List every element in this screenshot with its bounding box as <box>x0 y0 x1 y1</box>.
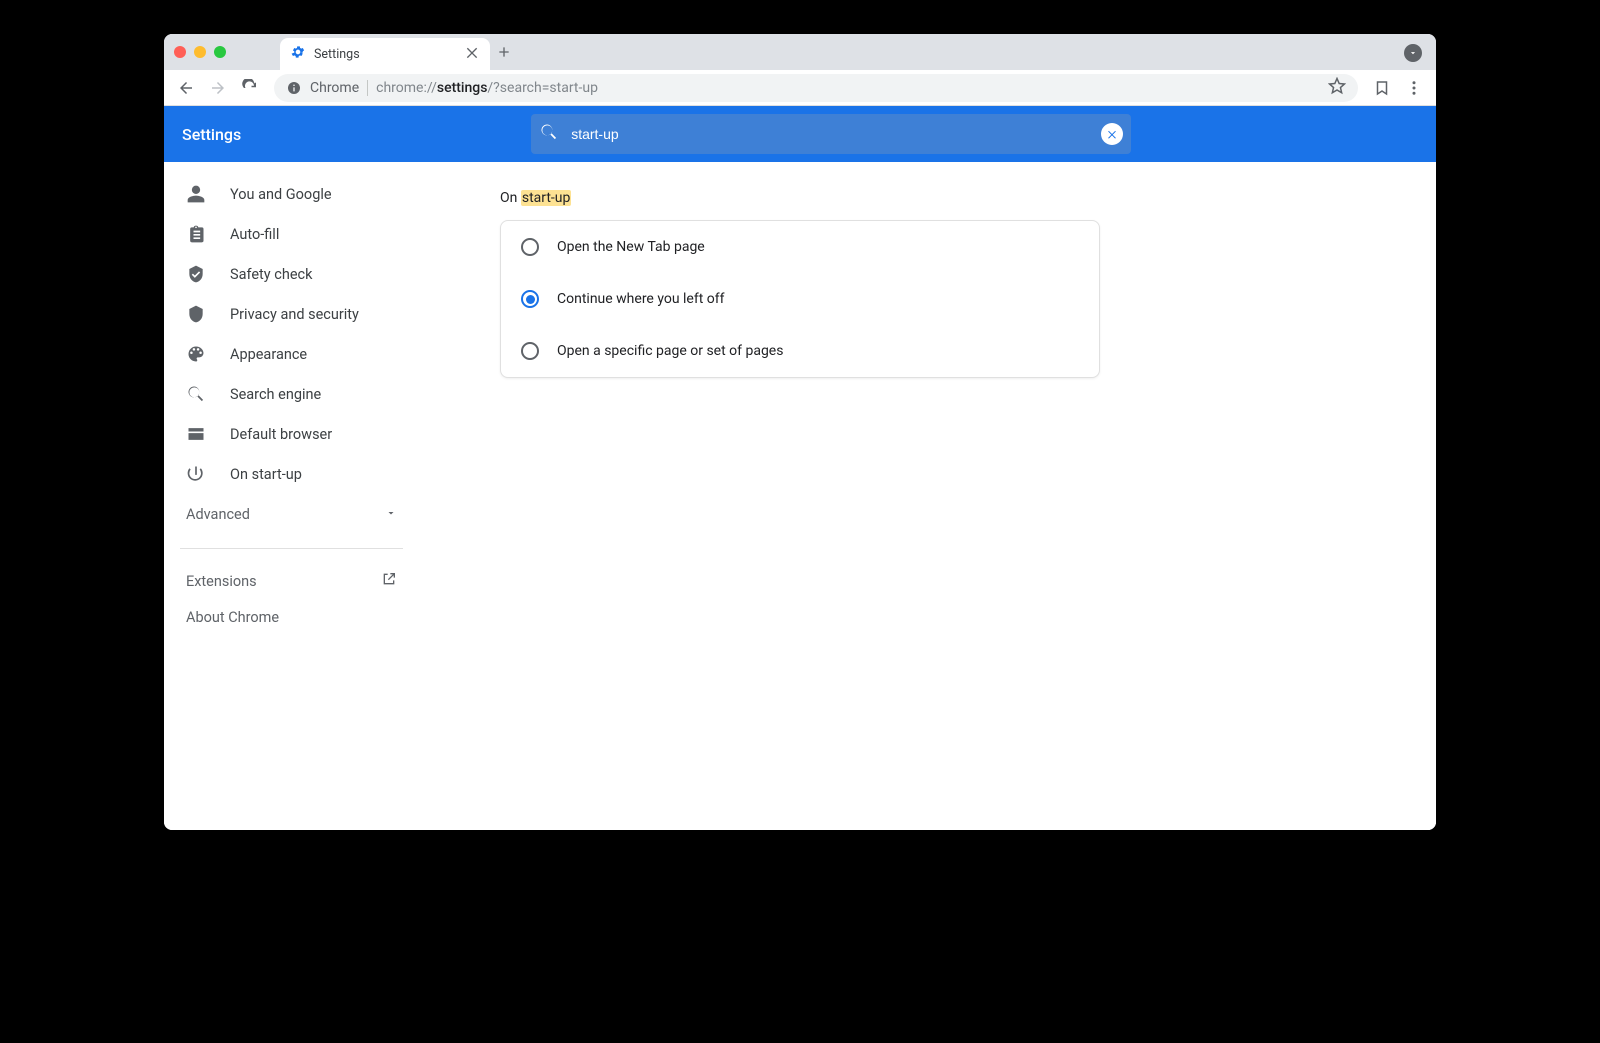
close-window-button[interactable] <box>174 46 186 58</box>
about-label: About Chrome <box>186 609 279 626</box>
sidebar-item-appearance[interactable]: Appearance <box>164 334 419 374</box>
back-button[interactable] <box>172 74 200 102</box>
sidebar: You and Google Auto-fill Safety check Pr… <box>164 162 420 830</box>
close-tab-icon[interactable] <box>464 44 480 64</box>
search-highlight: start-up <box>521 190 572 206</box>
clipboard-icon <box>186 224 206 244</box>
settings-search[interactable] <box>531 114 1131 154</box>
browser-tab[interactable]: Settings <box>280 38 490 70</box>
tab-strip: Settings <box>164 34 1436 70</box>
tab-title: Settings <box>314 47 360 62</box>
settings-search-input[interactable] <box>571 126 1089 142</box>
sidebar-extensions[interactable]: Extensions <box>164 563 419 599</box>
radio-option-specific-pages[interactable]: Open a specific page or set of pages <box>501 325 1099 377</box>
radio-icon <box>521 290 539 308</box>
minimize-window-button[interactable] <box>194 46 206 58</box>
gear-icon <box>290 44 306 64</box>
shield-check-icon <box>186 264 206 284</box>
sidebar-item-you-and-google[interactable]: You and Google <box>164 174 419 214</box>
person-icon <box>186 184 206 204</box>
sidebar-item-default-browser[interactable]: Default browser <box>164 414 419 454</box>
radio-label: Open a specific page or set of pages <box>557 343 783 359</box>
new-tab-button[interactable] <box>490 44 518 60</box>
sidebar-item-label: Privacy and security <box>230 306 359 323</box>
radio-option-new-tab[interactable]: Open the New Tab page <box>501 221 1099 273</box>
sidebar-item-label: Appearance <box>230 346 307 363</box>
sidebar-item-search-engine[interactable]: Search engine <box>164 374 419 414</box>
maximize-window-button[interactable] <box>214 46 226 58</box>
chevron-down-icon <box>385 506 397 523</box>
sidebar-advanced[interactable]: Advanced <box>164 494 419 534</box>
startup-options-card: Open the New Tab page Continue where you… <box>500 220 1100 378</box>
sidebar-item-on-start-up[interactable]: On start-up <box>164 454 419 494</box>
reload-button[interactable] <box>236 74 264 102</box>
sidebar-item-label: Default browser <box>230 426 332 443</box>
search-icon <box>539 122 559 146</box>
radio-label: Open the New Tab page <box>557 239 705 255</box>
site-info[interactable]: Chrome <box>286 80 368 96</box>
sidebar-item-label: On start-up <box>230 466 302 483</box>
browser-toolbar: Chrome chrome://settings/?search=start-u… <box>164 70 1436 106</box>
app-header: Settings <box>164 106 1436 162</box>
shield-icon <box>186 304 206 324</box>
divider <box>367 80 368 96</box>
clear-search-icon[interactable] <box>1101 123 1123 145</box>
window-controls <box>174 46 226 58</box>
sidebar-about-chrome[interactable]: About Chrome <box>164 599 419 635</box>
address-bar[interactable]: Chrome chrome://settings/?search=start-u… <box>274 74 1358 102</box>
section-title: On start-up <box>500 190 1436 206</box>
app-body: You and Google Auto-fill Safety check Pr… <box>164 162 1436 830</box>
app-title: Settings <box>182 125 241 144</box>
bookmark-star-icon[interactable] <box>1328 77 1346 99</box>
browser-window: Settings Chrome c <box>164 34 1436 830</box>
sidebar-item-safety-check[interactable]: Safety check <box>164 254 419 294</box>
advanced-label: Advanced <box>186 506 250 523</box>
forward-button[interactable] <box>204 74 232 102</box>
radio-label: Continue where you left off <box>557 291 725 307</box>
radio-option-continue[interactable]: Continue where you left off <box>501 273 1099 325</box>
sidebar-item-label: Auto-fill <box>230 226 279 243</box>
reading-list-icon[interactable] <box>1368 74 1396 102</box>
sidebar-item-label: Safety check <box>230 266 312 283</box>
overflow-menu-icon[interactable] <box>1400 74 1428 102</box>
sidebar-item-autofill[interactable]: Auto-fill <box>164 214 419 254</box>
sidebar-item-label: You and Google <box>230 186 332 203</box>
profile-menu-icon[interactable] <box>1404 44 1422 62</box>
origin-label: Chrome <box>310 80 359 96</box>
url-text: chrome://settings/?search=start-up <box>376 80 598 96</box>
radio-icon <box>521 238 539 256</box>
divider <box>180 548 403 549</box>
main-content: On start-up Open the New Tab page Contin… <box>420 162 1436 830</box>
power-icon <box>186 464 206 484</box>
browser-icon <box>186 424 206 444</box>
extensions-label: Extensions <box>186 573 257 590</box>
external-link-icon <box>381 571 397 591</box>
palette-icon <box>186 344 206 364</box>
sidebar-item-privacy[interactable]: Privacy and security <box>164 294 419 334</box>
settings-app: Settings You and Google Auto-fil <box>164 106 1436 830</box>
search-icon <box>186 384 206 404</box>
sidebar-item-label: Search engine <box>230 386 321 403</box>
radio-icon <box>521 342 539 360</box>
